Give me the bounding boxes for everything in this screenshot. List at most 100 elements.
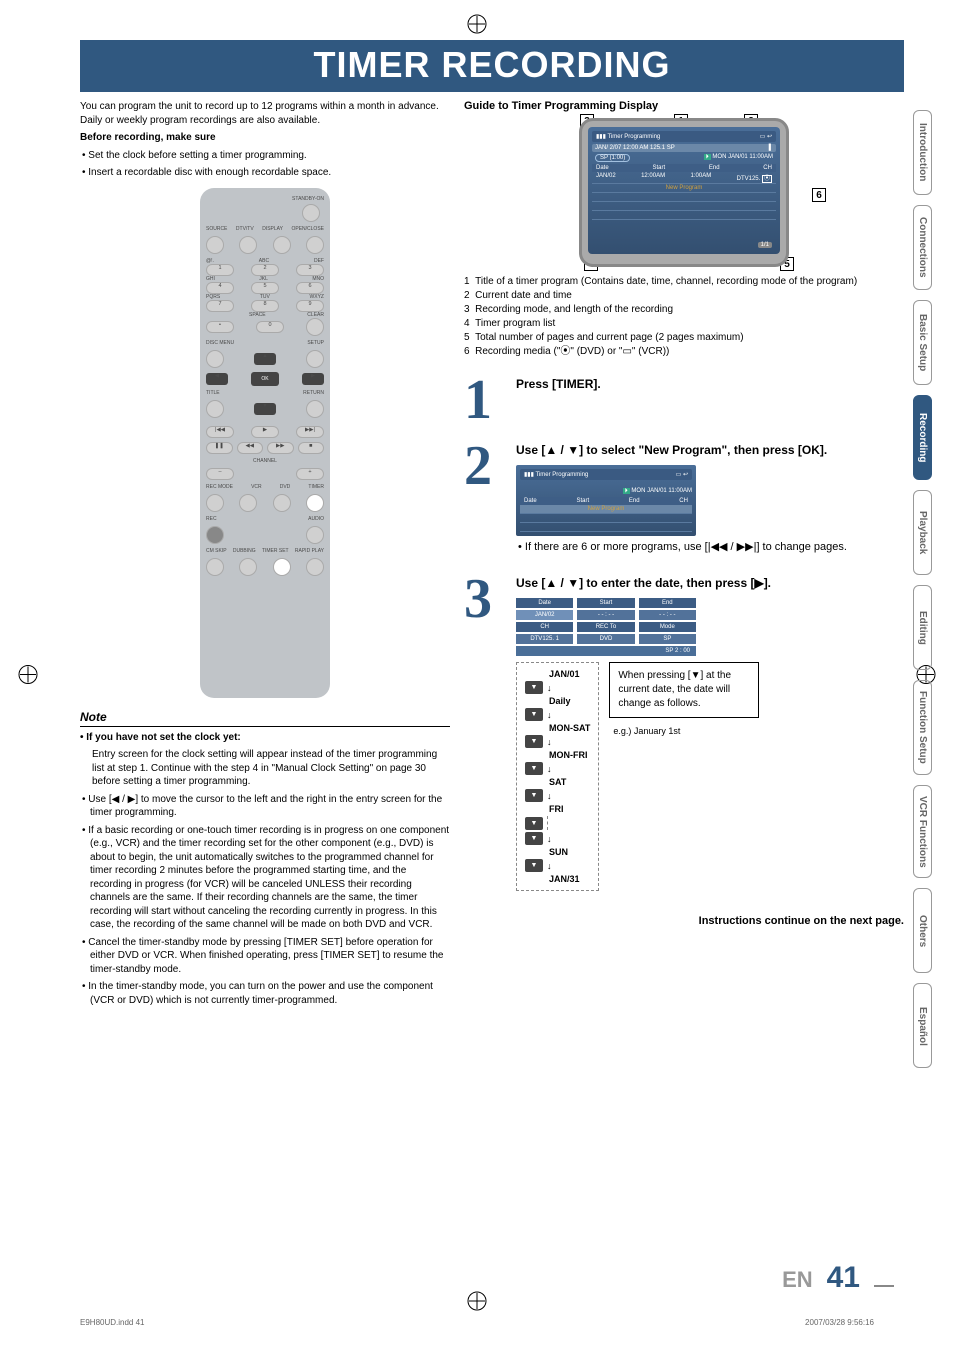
tab-basic-setup[interactable]: Basic Setup	[913, 300, 932, 385]
legend-1: 1 Title of a timer program (Contains dat…	[464, 275, 904, 289]
date-jan01: JAN/01	[549, 669, 590, 679]
tab-editing[interactable]: Editing	[913, 585, 932, 670]
down-icon: ▼	[525, 735, 543, 748]
key-7: 7	[206, 300, 234, 312]
key-clear	[306, 318, 324, 336]
file-footer-right: 2007/03/28 9:56:16	[805, 1318, 874, 1327]
rb-timerset	[273, 558, 291, 576]
tv-newprog: New Program	[592, 184, 776, 193]
tv-r-start: 12:00AM	[641, 173, 665, 182]
step-1-number: 1	[464, 377, 508, 425]
crop-mark-top	[467, 14, 487, 34]
page-footer: EN 41	[782, 1261, 894, 1295]
rb-setup	[306, 350, 324, 368]
down-icon: ▼	[525, 832, 543, 845]
key-8: 8	[251, 300, 279, 312]
tv-col-start: Start	[652, 165, 665, 171]
step-2-head: Use [▲ / ▼] to select "New Program", the…	[516, 443, 904, 457]
footer-line	[874, 1285, 894, 1287]
rl-dtvtv: DTV/TV	[236, 226, 254, 232]
tv-col-date: Date	[596, 165, 609, 171]
note-item-1: Use [◀ / ▶] to move the cursor to the le…	[80, 793, 450, 820]
rb-audio	[306, 526, 324, 544]
rl-cmskip: CM SKIP	[206, 548, 227, 554]
rl-channel: CHANNEL	[206, 458, 324, 464]
press-line-1: When pressing [▼] at the current date, t…	[618, 669, 750, 711]
rb-display	[273, 236, 291, 254]
note-item-3: Cancel the timer-standby mode by pressin…	[80, 936, 450, 977]
key-5: 5	[251, 282, 279, 294]
step-2-display: ▮▮▮ Timer Programming▭ ↩ ⏵ MON JAN/01 11…	[516, 465, 696, 536]
date-monfri: MON-FRI	[549, 750, 590, 760]
rb-openclose	[306, 236, 324, 254]
file-footer-left: E9H80UD.indd 41	[80, 1318, 144, 1327]
ch-minus: –	[206, 468, 234, 480]
arrow-up-icon: ▲	[254, 353, 276, 365]
tv-clock: MON JAN/01 11:00AM	[712, 154, 773, 160]
tab-playback[interactable]: Playback	[913, 490, 932, 575]
rl-audio: AUDIO	[308, 516, 324, 522]
down-icon: ▼	[525, 762, 543, 775]
rl-rapid: RAPID PLAY	[295, 548, 324, 554]
rb-source	[206, 236, 224, 254]
rl-dubbing: DUBBING	[233, 548, 256, 554]
rb-vcr	[239, 494, 257, 512]
date-fri: FRI	[549, 804, 590, 814]
tab-others[interactable]: Others	[913, 888, 932, 973]
rl-timerset: TIMER SET	[262, 548, 289, 554]
legend-4: 4 Timer program list	[464, 317, 904, 331]
key-1: 1	[206, 264, 234, 276]
date-monsat: MON-SAT	[549, 723, 590, 733]
tab-introduction[interactable]: Introduction	[913, 110, 932, 195]
note-heading: Note	[80, 710, 450, 727]
tab-recording[interactable]: Recording	[913, 395, 932, 480]
rl-setup: SETUP	[307, 340, 324, 346]
tv-r-ch: DTV125.	[737, 176, 761, 182]
step-2-hint: If there are 6 or more programs, use [|◀…	[516, 540, 904, 555]
down-icon: ▼	[525, 708, 543, 721]
pause-icon: ❚❚	[206, 442, 233, 454]
date-daily: Daily	[549, 696, 590, 706]
ok-button-icon: OK	[251, 372, 279, 386]
tab-espanol[interactable]: Español	[913, 983, 932, 1068]
rl-disc: DISC MENU	[206, 340, 234, 346]
key-2: 2	[251, 264, 279, 276]
note-item-4: In the timer-standby mode, you can turn …	[80, 980, 450, 1007]
key-3: 3	[296, 264, 324, 276]
play-icon: ▶	[251, 426, 279, 438]
crop-mark-left	[18, 664, 38, 687]
tv-r-end: 1:00AM	[691, 173, 712, 182]
remote-illustration: STANDBY-ON SOURCE DTV/TV DISPLAY OPEN/CL…	[200, 188, 330, 698]
rl-return: RETURN	[303, 390, 324, 396]
before-item-2: Insert a recordable disc with enough rec…	[80, 166, 450, 180]
footer-page: 41	[827, 1261, 860, 1295]
rb-dubbing	[239, 558, 257, 576]
press-eg: e.g.) January 1st	[609, 726, 759, 736]
tv-display: ▮▮▮ Timer Programming ▭ ↩ JAN/ 2/07 12:0…	[579, 118, 789, 267]
rb-recmode	[206, 494, 224, 512]
step-3-table: Date Start End JAN/02 - - : - - - - : - …	[516, 598, 696, 656]
rb-dtvtv	[239, 236, 257, 254]
tv-subhead: JAN/ 2/07 12:00 AM 125.1 SP	[595, 145, 675, 151]
stop-icon: ■	[298, 442, 325, 454]
rb-timer	[306, 494, 324, 512]
step-1-head: Press [TIMER].	[516, 377, 904, 391]
footer-lang: EN	[782, 1267, 813, 1293]
rl-openclose: OPEN/CLOSE	[291, 226, 324, 232]
rb-title	[206, 400, 224, 418]
rl-vcr: VCR	[251, 484, 262, 490]
side-tabs: Introduction Connections Basic Setup Rec…	[913, 110, 932, 1068]
note-bold-line: • If you have not set the clock yet:	[80, 731, 450, 745]
tab-function-setup[interactable]: Function Setup	[913, 680, 932, 775]
key-9: 9	[296, 300, 324, 312]
tv-col-ch: CH	[763, 165, 772, 171]
standby-button-icon	[302, 204, 320, 222]
continue-note: Instructions continue on the next page.	[464, 915, 904, 927]
tab-connections[interactable]: Connections	[913, 205, 932, 290]
legend-3: 3 Recording mode, and length of the reco…	[464, 303, 904, 317]
legend-6: 6 Recording media ("⦿" (DVD) or "▭" (VCR…	[464, 345, 904, 359]
tab-vcr-functions[interactable]: VCR Functions	[913, 785, 932, 879]
arrow-down-icon: ▼	[254, 403, 276, 415]
down-icon: ▼	[525, 859, 543, 872]
date-sun: SUN	[549, 847, 590, 857]
